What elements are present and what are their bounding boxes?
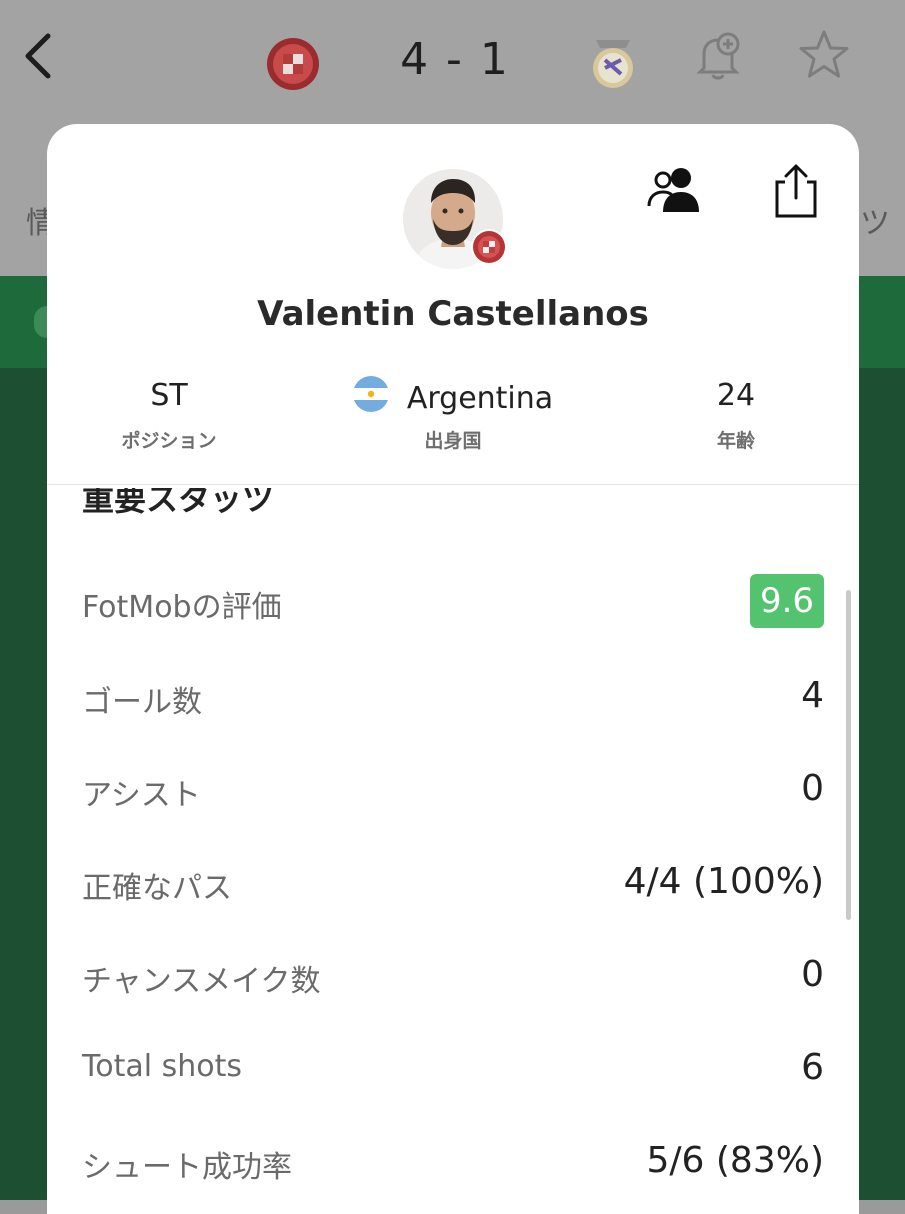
stat-label: シュート成功率 [82, 1150, 292, 1185]
back-chevron-icon[interactable] [14, 26, 64, 86]
stat-value: 5/6 (83%) [646, 1140, 825, 1181]
stat-row-goals: ゴール数 4 [82, 669, 824, 729]
bell-add-icon[interactable] [690, 28, 746, 84]
share-icon[interactable] [765, 160, 827, 222]
position-label: ポジション [121, 430, 217, 452]
stat-label: アシスト [82, 778, 201, 813]
country-label: 出身国 [424, 430, 482, 452]
scrollbar[interactable] [846, 590, 851, 920]
player-name: Valentin Castellanos [257, 294, 649, 334]
stat-label: FotMobの評価 [82, 590, 282, 625]
real-madrid-crest-icon [586, 30, 640, 88]
age-info: 24 年齢 [616, 376, 856, 453]
stat-value: 6 [801, 1047, 824, 1088]
position-info: ST ポジション [49, 376, 289, 453]
age-label: 年齢 [716, 430, 755, 452]
stat-value: 4/4 (100%) [623, 861, 824, 902]
stat-row-assists: アシスト 0 [82, 762, 824, 822]
person-group-icon[interactable] [643, 160, 705, 222]
stat-value: 0 [801, 768, 824, 809]
argentina-flag-icon [352, 376, 389, 423]
position-value: ST [150, 378, 188, 413]
age-value: 24 [716, 378, 756, 413]
stat-label: 正確なパス [82, 871, 232, 906]
match-score: 4 - 1 [400, 34, 510, 85]
stat-row-rating: FotMobの評価 9.6 [82, 574, 824, 634]
stat-value: 4 [801, 675, 824, 716]
country-info: Argentina 出身国 [333, 376, 573, 453]
stat-label: ゴール数 [82, 685, 202, 720]
rating-badge: 9.6 [750, 574, 824, 628]
stat-label: Total shots [82, 1049, 242, 1084]
key-stats-title: 重要スタッツ [82, 480, 275, 518]
country-value-row: Argentina [333, 376, 573, 416]
stat-row-accurate-passes: 正確なパス 4/4 (100%) [82, 855, 824, 915]
stat-row-total-shots: Total shots 6 [82, 1041, 824, 1101]
player-sheet: Valentin Castellanos ST ポジション Argentina … [47, 124, 859, 1214]
tab-stats-fragment: ツ [860, 206, 890, 241]
girona-crest-icon [266, 36, 320, 92]
stat-row-shot-accuracy: シュート成功率 5/6 (83%) [82, 1134, 824, 1194]
country-value: Argentina [406, 381, 554, 416]
stat-row-chances-created: チャンスメイク数 0 [82, 948, 824, 1008]
header-divider [47, 484, 859, 485]
star-icon[interactable] [796, 28, 852, 84]
team-badge-icon [471, 229, 507, 265]
stat-value: 0 [801, 954, 824, 995]
stat-label: チャンスメイク数 [82, 964, 321, 999]
